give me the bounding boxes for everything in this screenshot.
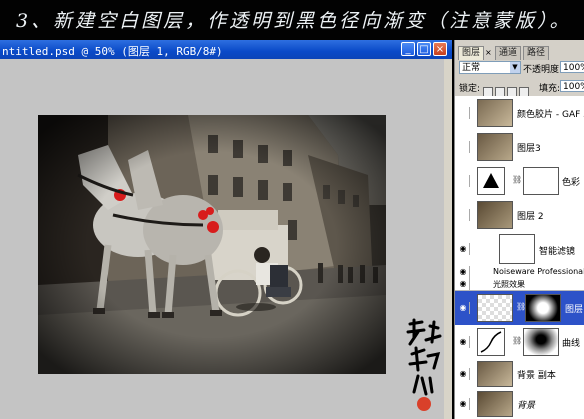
visibility-toggle[interactable]	[457, 209, 470, 221]
layer-thumbnail	[477, 361, 513, 387]
close-button[interactable]: ×	[433, 42, 447, 56]
transparent-thumbnail	[477, 294, 513, 322]
layer-name: 背景	[517, 401, 536, 411]
eye-icon[interactable]: ◉	[457, 266, 470, 278]
layer-row[interactable]: ◉ 背景 副本	[455, 359, 584, 390]
curves-icon	[477, 328, 505, 356]
layer-row[interactable]: 图层 2	[455, 198, 584, 232]
blend-mode-value: 正常	[462, 63, 481, 73]
visibility-toggle[interactable]	[457, 141, 470, 153]
layer-thumbnail	[477, 133, 513, 161]
filter-row[interactable]: ◉ 光照效果	[455, 278, 584, 291]
chain-link-icon[interactable]: ⛓	[512, 336, 522, 345]
tab-close-icon[interactable]: ×	[485, 48, 492, 57]
filter-row[interactable]: ◉ Noiseware Professional	[455, 266, 584, 278]
eye-icon[interactable]: ◉	[457, 243, 470, 255]
visibility-toggle[interactable]	[457, 175, 470, 187]
fill-label: 填充:	[539, 84, 561, 94]
tab-channels[interactable]: 通道	[495, 46, 522, 60]
layer-thumbnail	[477, 391, 513, 417]
blend-mode-select[interactable]: 正常 ▼	[459, 61, 521, 74]
layer-thumbnail	[477, 99, 513, 127]
fill-input[interactable]: 100%	[560, 80, 584, 92]
filter-mask-thumbnail	[499, 234, 535, 264]
blend-row: 正常 ▼ 不透明度: 100%	[455, 59, 584, 77]
tutorial-banner: 3、新建空白图层，作透明到黑色径向渐变（注意蒙版）。	[0, 0, 584, 40]
layer-mask-thumbnail	[523, 167, 559, 195]
layer-mask-thumbnail	[523, 328, 559, 356]
visibility-toggle[interactable]	[457, 107, 470, 119]
smart-filter-row[interactable]: ◉ 智能滤镜	[455, 232, 584, 266]
layer-row[interactable]: ⛓ 色彩	[455, 164, 584, 199]
horse-carriage-photo	[38, 115, 386, 374]
layer-row[interactable]: ◉ ⛓ 曲线	[455, 325, 584, 360]
filter-name: 光照效果	[493, 280, 525, 289]
layer-name: 颜色胶片 - GAF 500	[517, 110, 584, 120]
eye-icon[interactable]: ◉	[457, 278, 470, 290]
layer-name: 图层3	[517, 144, 541, 154]
layer-row[interactable]: 颜色胶片 - GAF 500	[455, 96, 584, 131]
opacity-label: 不透明度:	[523, 65, 563, 75]
eye-icon[interactable]: ◉	[457, 398, 470, 410]
layer-name: 曲线	[562, 339, 581, 349]
eye-icon[interactable]: ◉	[457, 336, 470, 348]
opacity-input[interactable]: 100%	[560, 61, 584, 73]
vertical-scrollbar[interactable]	[444, 59, 452, 419]
layer-name: 图层 2	[517, 212, 544, 222]
eye-icon[interactable]: ◉	[457, 368, 470, 380]
minimize-button[interactable]: _	[401, 42, 415, 56]
layer-name: 智能滤镜	[539, 247, 576, 257]
chain-link-icon[interactable]: ⛓	[512, 175, 522, 184]
layer-row[interactable]: 图层3	[455, 130, 584, 165]
lock-icons	[483, 82, 531, 97]
layer-name: 色彩	[562, 178, 581, 188]
layer-thumbnail	[477, 201, 513, 229]
radial-mask-thumbnail	[525, 294, 561, 322]
banner-text: 3、新建空白图层，作透明到黑色径向渐变（注意蒙版）。	[16, 10, 572, 32]
lock-label: 锁定:	[459, 84, 481, 94]
artist-signature	[406, 318, 442, 411]
layers-list: 颜色胶片 - GAF 500 图层3 ⛓ 色彩 图层 2 ◉ 智	[455, 96, 584, 419]
layers-panel: 图层 × 通道 路径 正常 ▼ 不透明度: 100% 锁定: 填充: 100% …	[454, 40, 584, 419]
adjustment-icon	[477, 167, 505, 195]
filter-name: Noiseware Professional	[493, 267, 584, 276]
document-titlebar[interactable]: ntitled.psd @ 50% (图层 1, RGB/8#) _ □ ×	[0, 40, 452, 59]
tab-layers[interactable]: 图层	[458, 46, 485, 60]
layer-row-selected[interactable]: ◉ ⛓ 图层	[455, 291, 584, 326]
canvas-photo[interactable]	[38, 115, 386, 374]
maximize-button[interactable]: □	[417, 42, 431, 56]
panel-tabs: 图层 × 通道 路径	[455, 42, 584, 60]
layer-name: 背景 副本	[517, 371, 556, 381]
document-title: ntitled.psd @ 50% (图层 1, RGB/8#)	[2, 45, 223, 58]
eye-icon[interactable]: ◉	[457, 302, 470, 314]
layer-name: 图层	[565, 305, 584, 315]
chevron-down-icon: ▼	[510, 62, 520, 73]
tab-paths[interactable]: 路径	[523, 46, 550, 60]
layer-row[interactable]: ◉ 背景	[455, 389, 584, 419]
